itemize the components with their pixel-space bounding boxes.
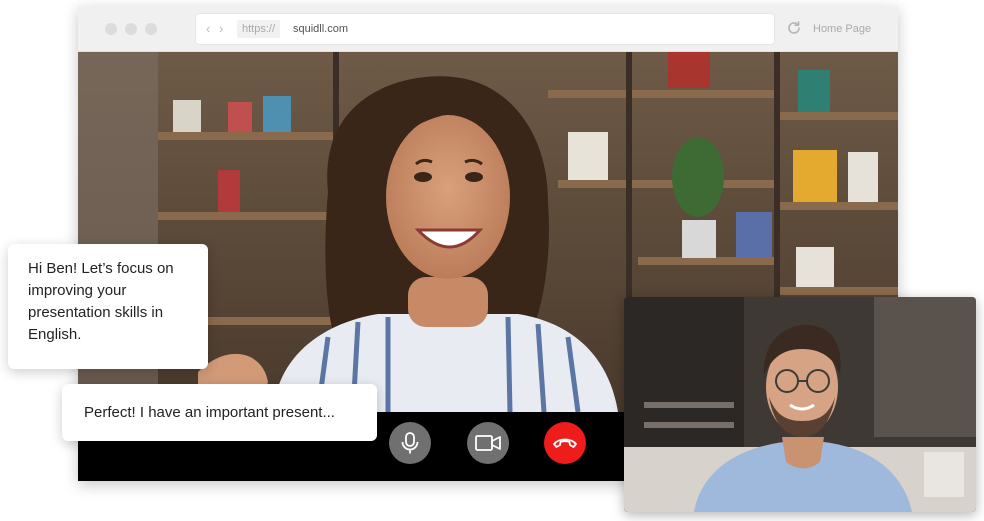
- window-maximize-dot[interactable]: [145, 23, 157, 35]
- self-view-video[interactable]: [624, 297, 976, 512]
- home-page-link[interactable]: Home Page: [813, 21, 871, 37]
- window-minimize-dot[interactable]: [125, 23, 137, 35]
- chat-bubble-student: Perfect! I have an important present...: [62, 384, 377, 441]
- camera-button[interactable]: [467, 422, 509, 464]
- reload-icon[interactable]: [786, 20, 802, 36]
- url-domain: squidll.com: [293, 23, 349, 35]
- microphone-icon: [401, 432, 419, 454]
- forward-arrow-icon[interactable]: ›: [219, 21, 223, 37]
- chat-message-2: Perfect! I have an important present...: [84, 404, 335, 421]
- chat-bubble-tutor: Hi Ben! Let’s focus on improving your pr…: [8, 244, 208, 369]
- phone-hangup-icon: [553, 438, 577, 448]
- browser-toolbar: ‹ › https:// squidll.com Home Page: [78, 6, 898, 52]
- url-protocol: https://: [237, 20, 281, 38]
- chat-message-1: Hi Ben! Let’s focus on improving your pr…: [28, 260, 174, 343]
- back-arrow-icon[interactable]: ‹: [206, 21, 210, 37]
- address-bar[interactable]: ‹ › https:// squidll.com: [196, 14, 774, 44]
- video-camera-icon: [475, 435, 501, 451]
- end-call-button[interactable]: [544, 422, 586, 464]
- microphone-button[interactable]: [389, 422, 431, 464]
- window-close-dot[interactable]: [105, 23, 117, 35]
